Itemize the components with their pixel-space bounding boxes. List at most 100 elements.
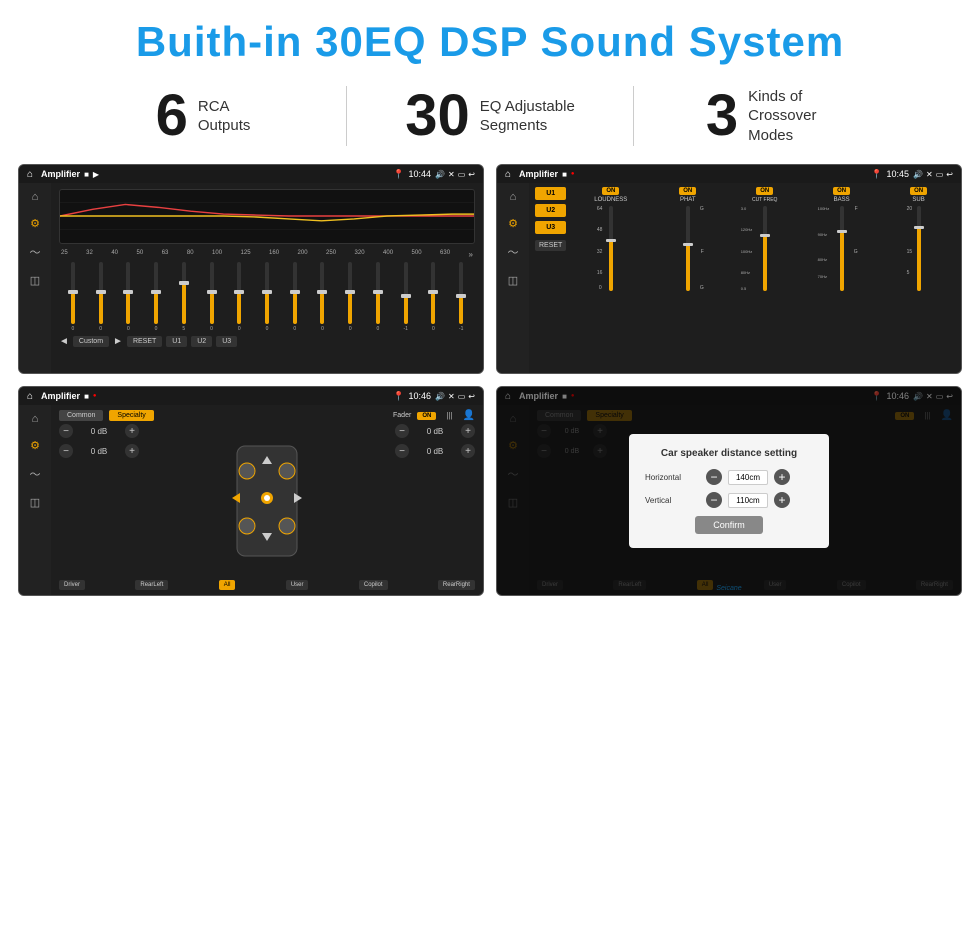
horizontal-minus-btn[interactable]: −: [706, 469, 722, 485]
confirm-button[interactable]: Confirm: [695, 516, 763, 534]
amp-back-icon[interactable]: ↩: [946, 170, 953, 179]
slider-6: 0: [200, 262, 224, 332]
eq-back-icon[interactable]: ↩: [468, 170, 475, 179]
db-tr-minus[interactable]: −: [395, 424, 409, 438]
amp-home-icon[interactable]: ⌂: [505, 169, 511, 180]
eq-sidebar-eq[interactable]: ⚙: [30, 217, 40, 230]
amp-preset-u3[interactable]: U3: [535, 221, 566, 234]
channel-phat: ON PHAT G F G: [651, 187, 724, 291]
fader-btn-rearright[interactable]: RearRight: [438, 580, 475, 590]
amp-reset-btn[interactable]: RESET: [535, 240, 566, 251]
db-br-minus[interactable]: −: [395, 444, 409, 458]
amp-presets: U1 U2 U3 RESET: [535, 187, 566, 251]
fader-content: − 0 dB + − 0 dB +: [59, 424, 475, 577]
fader-tab-specialty[interactable]: Specialty: [109, 410, 153, 421]
fader-left-controls: − 0 dB + − 0 dB +: [59, 424, 139, 577]
fader-location-icon: 📍: [393, 391, 404, 402]
db-br-plus[interactable]: +: [461, 444, 475, 458]
sub-toggle[interactable]: ON: [910, 187, 927, 195]
eq-bottom-controls: ◄ Custom ► RESET U1 U2 U3: [59, 336, 475, 347]
eq-sidebar-speaker[interactable]: ◫: [30, 274, 40, 287]
eq-time: 10:44: [409, 169, 432, 179]
fader-status-icons: 🔊 ✕ ▭ ↩: [435, 392, 475, 401]
eq-sidebar-wave[interactable]: 〜: [30, 244, 41, 260]
phat-toggle[interactable]: ON: [679, 187, 696, 195]
fader-btn-copilot[interactable]: Copilot: [359, 580, 388, 590]
cutfreq-toggle[interactable]: ON: [756, 187, 773, 195]
amp-location-icon: 📍: [871, 169, 882, 180]
stats-row: 6 RCAOutputs 30 EQ AdjustableSegments 3 …: [0, 76, 980, 164]
amp-sidebar-home[interactable]: ⌂: [510, 191, 517, 203]
eq-location-icon: 📍: [393, 169, 404, 180]
eq-u1-btn[interactable]: U1: [166, 336, 187, 347]
fader-btn-user[interactable]: User: [286, 580, 309, 590]
fader-main-area: Common Specialty Fader ON ||| 👤 − 0 dB +: [51, 405, 483, 595]
fader-label: Fader: [393, 412, 411, 419]
amp-preset-u2[interactable]: U2: [535, 204, 566, 217]
eq-number: 30: [405, 87, 470, 145]
db-bl-plus[interactable]: +: [125, 444, 139, 458]
home-icon[interactable]: ⌂: [27, 169, 33, 180]
eq-window-icon[interactable]: ▭: [458, 170, 466, 179]
eq-u3-btn[interactable]: U3: [216, 336, 237, 347]
bass-toggle[interactable]: ON: [833, 187, 850, 195]
eq-sliders-area: 0 0 0 0 5: [59, 262, 475, 332]
slider-3: 0: [116, 262, 140, 332]
fader-sidebar-wave[interactable]: 〜: [30, 466, 41, 482]
fader-btn-rearleft[interactable]: RearLeft: [135, 580, 168, 590]
slider-15: -1: [449, 262, 473, 332]
amp-window-icon[interactable]: ▭: [936, 170, 944, 179]
fader-home-icon[interactable]: ⌂: [27, 391, 33, 402]
fader-on-btn[interactable]: ON: [417, 412, 436, 420]
fader-sidebar-eq[interactable]: ⚙: [30, 439, 40, 452]
phat-slider[interactable]: G F G: [686, 206, 690, 291]
amp-status-bar: ⌂ Amplifier ■ ● 📍 10:45 🔊 ✕ ▭ ↩: [497, 165, 961, 183]
fader-screen-title: Amplifier: [41, 391, 80, 401]
eq-screen-content: ⌂ ⚙ 〜 ◫: [19, 183, 483, 373]
slider-5: 5: [172, 262, 196, 332]
amp-status-icons: 🔊 ✕ ▭ ↩: [913, 170, 953, 179]
loudness-toggle[interactable]: ON: [602, 187, 619, 195]
fader-bars: |||: [446, 411, 452, 420]
amp-preset-u1[interactable]: U1: [535, 187, 566, 200]
fader-btn-all[interactable]: All: [219, 580, 236, 590]
amp-close-icon[interactable]: ✕: [926, 170, 933, 179]
eq-record-icon: ■: [84, 170, 89, 179]
fader-sidebar-speaker[interactable]: ◫: [30, 496, 40, 509]
dialog-overlay: Car speaker distance setting Horizontal …: [497, 387, 961, 595]
eq-reset-btn[interactable]: RESET: [127, 336, 162, 347]
fader-sidebar-home[interactable]: ⌂: [32, 413, 39, 425]
fader-rec-icon: ■: [84, 392, 89, 401]
cutfreq-slider[interactable]: 3.0 120Hz 100Hz 80Hz 0.5: [763, 206, 767, 291]
db-tl-minus[interactable]: −: [59, 424, 73, 438]
fader-close-icon[interactable]: ✕: [448, 392, 455, 401]
fader-tabs-row: Common Specialty Fader ON ||| 👤: [59, 410, 475, 421]
vertical-minus-btn[interactable]: −: [706, 492, 722, 508]
sub-slider[interactable]: 20 15 5: [917, 206, 921, 291]
eq-main-area: 2532405063 80100125160200 25032040050063…: [51, 183, 483, 373]
db-tl-plus[interactable]: +: [125, 424, 139, 438]
vertical-plus-btn[interactable]: +: [774, 492, 790, 508]
eq-close-icon[interactable]: ✕: [448, 170, 455, 179]
db-control-bl: − 0 dB +: [59, 444, 139, 458]
bass-slider[interactable]: F 100Hz 90Hz 80Hz 70Hz G: [840, 206, 844, 291]
eq-play-icon: ▶: [93, 170, 99, 179]
fader-tab-common[interactable]: Common: [59, 410, 103, 421]
slider-4: 0: [144, 262, 168, 332]
loudness-slider[interactable]: 64 48 32 16 0: [609, 206, 613, 291]
eq-next-btn[interactable]: ►: [113, 336, 123, 347]
db-control-tl: − 0 dB +: [59, 424, 139, 438]
db-bl-minus[interactable]: −: [59, 444, 73, 458]
fader-btn-driver[interactable]: Driver: [59, 580, 85, 590]
eq-u2-btn[interactable]: U2: [191, 336, 212, 347]
slider-10: 0: [311, 262, 335, 332]
fader-back-icon[interactable]: ↩: [468, 392, 475, 401]
amp-sidebar-eq[interactable]: ⚙: [508, 217, 518, 230]
db-tr-plus[interactable]: +: [461, 424, 475, 438]
eq-sidebar-home[interactable]: ⌂: [32, 191, 39, 203]
horizontal-plus-btn[interactable]: +: [774, 469, 790, 485]
eq-prev-btn[interactable]: ◄: [59, 336, 69, 347]
amp-sidebar-speaker[interactable]: ◫: [508, 274, 518, 287]
fader-window-icon[interactable]: ▭: [458, 392, 466, 401]
amp-sidebar-wave[interactable]: 〜: [508, 244, 519, 260]
